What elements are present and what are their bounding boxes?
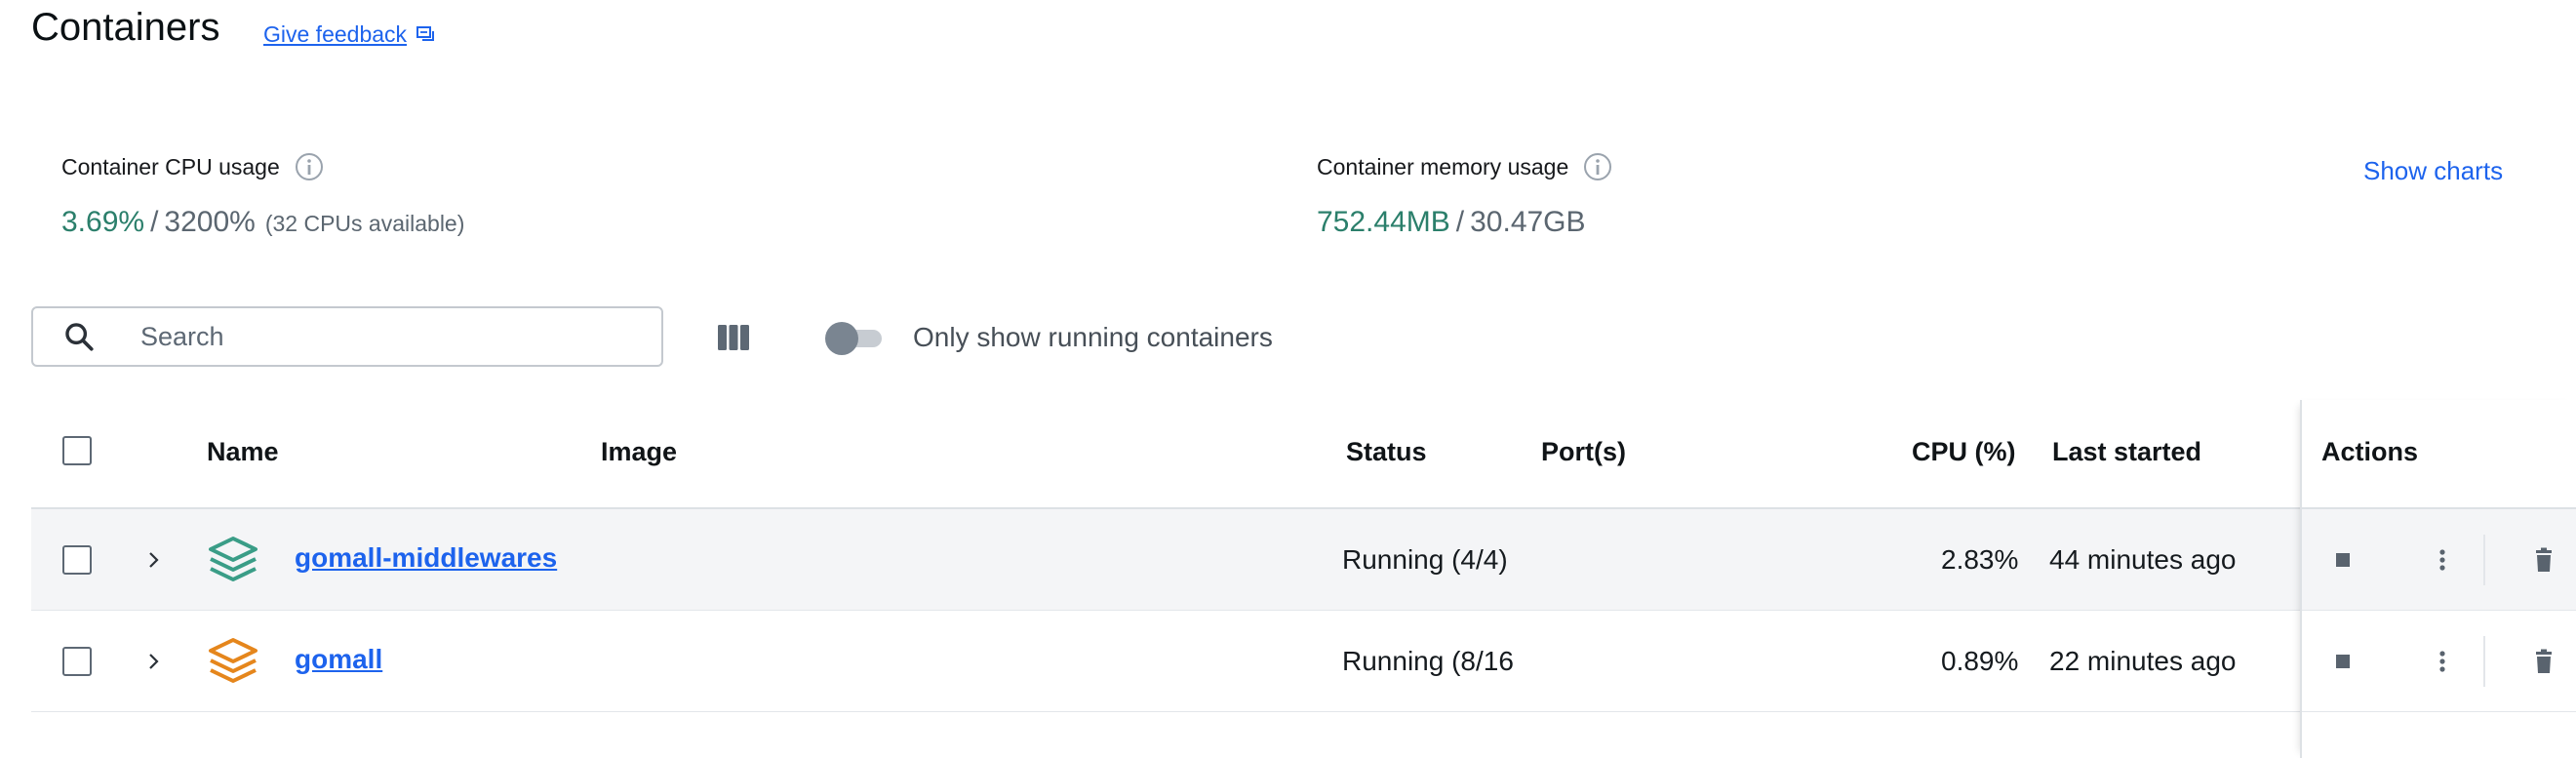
- container-last-started: 22 minutes ago: [2049, 646, 2237, 676]
- actions-column: Actions: [2300, 400, 2576, 758]
- column-header-status[interactable]: Status: [1346, 437, 1427, 467]
- search-icon: [65, 323, 94, 351]
- container-name-link[interactable]: gomall: [295, 644, 382, 675]
- info-icon[interactable]: [1582, 151, 1613, 182]
- more-vertical-icon[interactable]: [2427, 544, 2458, 576]
- search-box[interactable]: [31, 306, 663, 367]
- column-header-last-started[interactable]: Last started: [2052, 437, 2201, 467]
- chevron-right-icon[interactable]: [141, 650, 165, 673]
- memory-used: 752.44MB: [1317, 206, 1450, 238]
- info-icon[interactable]: [294, 151, 325, 182]
- column-header-ports[interactable]: Port(s): [1541, 437, 1626, 467]
- memory-usage-value: 752.44MB / 30.47GB: [1317, 206, 1586, 239]
- cpu-total: 3200%: [164, 206, 256, 238]
- chevron-right-icon[interactable]: [141, 548, 165, 572]
- containers-table: Name Image Status Port(s) CPU (%) Last s…: [31, 400, 2576, 758]
- memory-total: 30.47GB: [1470, 206, 1586, 238]
- stack-icon: [209, 537, 258, 581]
- toggle-knob: [825, 322, 858, 355]
- stop-icon[interactable]: [2327, 544, 2358, 576]
- actions-cell: [2302, 509, 2576, 611]
- memory-usage-label: Container memory usage: [1317, 153, 1569, 180]
- running-only-toggle[interactable]: [825, 320, 884, 355]
- trash-icon[interactable]: [2528, 646, 2559, 677]
- cpu-separator: /: [150, 206, 159, 238]
- columns-icon[interactable]: [712, 318, 755, 357]
- container-last-started: 44 minutes ago: [2049, 544, 2237, 575]
- table-row[interactable]: gomall-middlewares Running (4/4) 2.83% 4…: [31, 509, 2576, 611]
- column-header-image[interactable]: Image: [601, 437, 677, 467]
- cpu-usage-label: Container CPU usage: [61, 153, 280, 180]
- trash-icon[interactable]: [2528, 544, 2559, 576]
- container-status: Running (4/4): [1342, 544, 1508, 575]
- page-title: Containers: [31, 6, 220, 49]
- stack-icon: [209, 638, 258, 683]
- running-only-label: Only show running containers: [913, 322, 1273, 352]
- column-header-actions: Actions: [2321, 437, 2419, 466]
- stop-icon[interactable]: [2327, 646, 2358, 677]
- show-charts-button[interactable]: Show charts: [2363, 156, 2503, 186]
- container-name-link[interactable]: gomall-middlewares: [295, 542, 557, 574]
- row-checkbox[interactable]: [62, 545, 92, 575]
- memory-separator: /: [1455, 206, 1465, 238]
- give-feedback-label: Give feedback: [263, 21, 408, 47]
- memory-usage-label-group: Container memory usage: [1317, 151, 1613, 182]
- action-divider: [2483, 636, 2485, 687]
- cpu-usage-value: 3.69% / 3200% (32 CPUs available): [61, 206, 464, 239]
- row-checkbox[interactable]: [62, 647, 92, 676]
- cpu-available: (32 CPUs available): [264, 211, 465, 236]
- give-feedback-link[interactable]: Give feedback: [263, 21, 438, 48]
- container-status: Running (8/16: [1342, 646, 1514, 676]
- cpu-used: 3.69%: [61, 206, 145, 238]
- select-all-checkbox[interactable]: [62, 436, 92, 465]
- actions-header-cell: Actions: [2302, 400, 2576, 509]
- more-vertical-icon[interactable]: [2427, 646, 2458, 677]
- feedback-icon: [416, 25, 435, 41]
- container-cpu: 2.83%: [1941, 544, 2019, 575]
- container-cpu: 0.89%: [1941, 646, 2019, 676]
- column-header-name[interactable]: Name: [207, 437, 279, 467]
- table-row[interactable]: gomall Running (8/16 0.89% 22 minutes ag…: [31, 611, 2576, 712]
- table-header: Name Image Status Port(s) CPU (%) Last s…: [31, 400, 2576, 509]
- cpu-usage-label-group: Container CPU usage: [61, 151, 325, 182]
- actions-cell: [2302, 611, 2576, 712]
- action-divider: [2483, 535, 2485, 585]
- search-input[interactable]: [139, 320, 611, 353]
- column-header-cpu[interactable]: CPU (%): [1912, 437, 2016, 467]
